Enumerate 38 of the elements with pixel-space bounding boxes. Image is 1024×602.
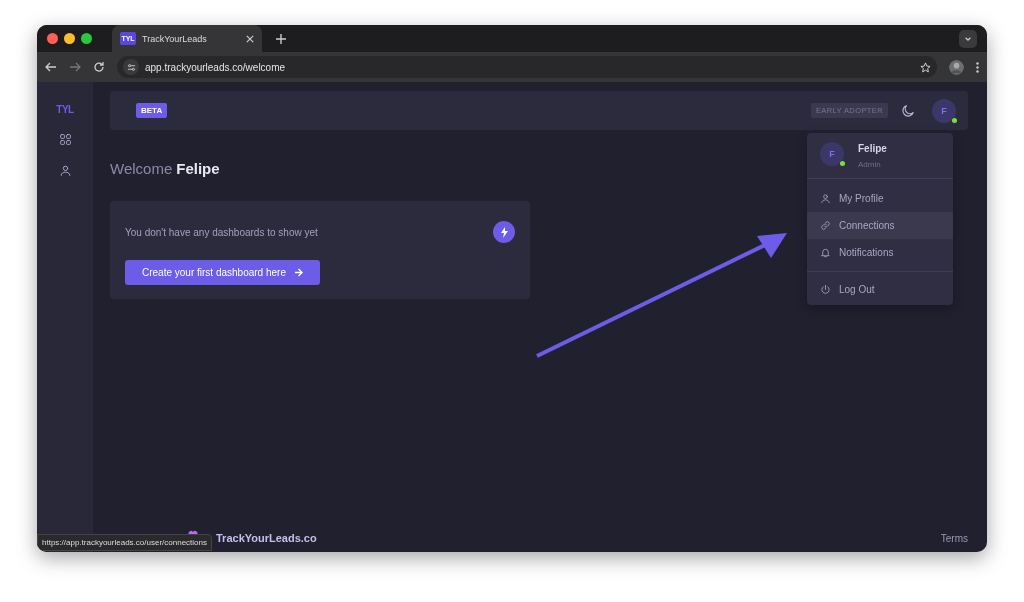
menu-avatar: F [820, 142, 844, 166]
forward-icon[interactable] [69, 61, 81, 73]
reload-icon[interactable] [93, 61, 105, 73]
status-url-tooltip: https://app.trackyourleads.co/user/connections [37, 534, 212, 551]
bell-icon [820, 247, 831, 258]
link-icon [820, 220, 831, 231]
close-window-button[interactable] [47, 33, 58, 44]
user-name: Felipe [176, 160, 220, 177]
menu-item[interactable]: Notifications [807, 239, 953, 266]
lightning-icon [493, 221, 515, 243]
tab-list-button[interactable] [959, 29, 977, 48]
menu-user-role: Admin [858, 160, 882, 169]
beta-badge: BETA [136, 103, 168, 118]
welcome-label: Welcome [110, 160, 173, 177]
site-settings-icon[interactable] [126, 62, 136, 72]
grid-icon [58, 133, 72, 146]
moon-icon[interactable] [900, 102, 916, 119]
back-icon[interactable] [45, 61, 57, 73]
new-tab-icon[interactable] [276, 33, 286, 44]
arrow-right-icon [293, 268, 303, 277]
minimize-window-button[interactable] [64, 33, 75, 44]
star-icon[interactable] [920, 61, 931, 73]
close-icon[interactable] [246, 34, 254, 43]
empty-message: You don't have any dashboards to show yet [125, 226, 318, 238]
menu-item[interactable]: My Profile [807, 185, 953, 212]
user-icon [820, 193, 831, 204]
profile-avatar-icon[interactable] [949, 59, 964, 75]
menu-item[interactable]: Connections [807, 212, 953, 239]
create-dashboard-button[interactable]: Create your first dashboard here [125, 260, 320, 285]
terms-link[interactable]: Terms [940, 532, 968, 544]
power-icon [820, 284, 831, 295]
brand-link[interactable]: TrackYourLeads.co [216, 532, 317, 544]
maximize-window-button[interactable] [81, 33, 92, 44]
address-bar[interactable]: app.trackyourleads.co/welcome [117, 56, 937, 78]
menu-user-name: Felipe [858, 143, 887, 154]
menu-item[interactable]: Log Out [807, 276, 953, 303]
user-icon [58, 164, 72, 177]
more-icon[interactable] [976, 61, 979, 73]
